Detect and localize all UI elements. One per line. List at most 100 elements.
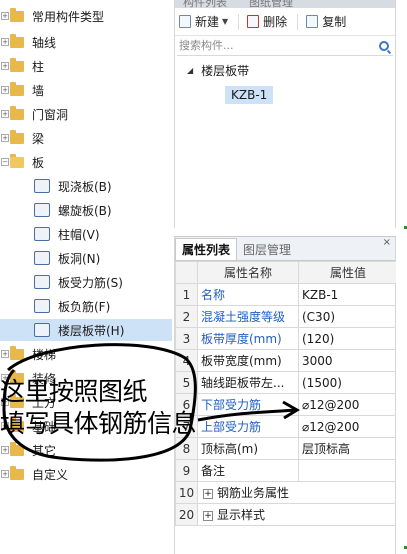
collapse-triangle-icon[interactable]: ◢ [187, 66, 193, 75]
search-input[interactable] [179, 39, 359, 52]
expand-icon[interactable]: + [1, 62, 9, 70]
folder-icon [10, 81, 24, 96]
tab-component-list[interactable]: 构件列表 [183, 0, 227, 8]
property-row-index: 10 [175, 481, 198, 504]
property-value-field[interactable]: ⌀12@200 [298, 393, 398, 416]
property-value-field[interactable]: (1500) [298, 371, 398, 394]
tree-item[interactable]: + 其它 [0, 439, 56, 461]
property-row[interactable]: 5 轴线距板带左... (1500) [175, 371, 398, 394]
expand-icon[interactable]: + [203, 510, 213, 521]
property-value-field[interactable]: (C30) [298, 305, 398, 328]
delete-button[interactable]: 删除 [247, 13, 287, 30]
expand-icon[interactable]: + [203, 488, 213, 499]
tree-item[interactable]: 板洞(N) [0, 247, 100, 269]
component-group[interactable]: ◢ 楼层板带 [187, 62, 249, 79]
component-type-icon [34, 323, 50, 337]
copy-button[interactable]: 复制 [306, 13, 346, 30]
property-row-index: 5 [175, 371, 198, 394]
tree-item[interactable]: + 柱 [0, 55, 44, 77]
property-name: 上部受力筋 [197, 415, 299, 438]
close-icon[interactable]: × [383, 237, 391, 248]
property-value-field[interactable]: ⌀12@200 [298, 415, 398, 438]
copy-icon [306, 15, 319, 28]
property-name: 下部受力筋 [197, 393, 299, 416]
property-row-index: 4 [175, 349, 198, 372]
property-name: 混凝土强度等级 [197, 305, 299, 328]
property-value-field[interactable]: 3000 [298, 349, 398, 372]
tree-item-label: 其它 [32, 443, 57, 458]
property-grid: 属性名称 属性值 1 名称 KZB-1 2 混凝土强度等级 (C30) 3 板带厚度(mm)(… [175, 261, 398, 526]
annotation-text-line1: 这里按照图纸 [0, 377, 148, 406]
new-button-label: 新建 [195, 15, 220, 29]
property-row[interactable]: 4 板带宽度(mm) 3000 [175, 349, 398, 372]
header-index [175, 261, 198, 284]
chevron-down-icon[interactable]: ▼ [222, 17, 228, 26]
tab-property-list[interactable]: 属性列表 [175, 238, 238, 260]
tree-item[interactable]: + 梁 [0, 127, 44, 149]
property-value-field[interactable]: 层顶标高 [298, 437, 398, 460]
tab-layer-manage[interactable]: 图层管理 [237, 238, 297, 260]
expand-icon[interactable]: + [1, 446, 9, 454]
property-row[interactable]: 3 板带厚度(mm) (120) [175, 327, 398, 350]
tree-item-label: 现浇板(B) [58, 179, 112, 194]
header-property-value[interactable]: 属性值 [298, 261, 398, 284]
tree-item[interactable]: + 自定义 [0, 463, 68, 485]
tree-item[interactable]: + 门窗洞 [0, 103, 68, 125]
tree-item[interactable]: + 常用构件类型 [0, 5, 104, 27]
tree-item[interactable]: 板负筋(F) [0, 295, 110, 317]
expand-icon[interactable]: + [1, 38, 9, 46]
tree-item[interactable]: + 轴线 [0, 31, 56, 53]
expand-icon[interactable]: + [1, 134, 9, 142]
tree-item-label: 柱 [32, 59, 45, 74]
folder-icon [10, 465, 24, 480]
component-type-icon [34, 251, 50, 265]
tree-item[interactable]: 柱帽(V) [0, 223, 100, 245]
folder-icon [10, 153, 24, 168]
property-row[interactable]: 20 + 显示样式 [175, 503, 398, 526]
property-name: 板带厚度(mm) [197, 327, 299, 350]
property-row[interactable]: 8 顶标高(m) 层顶标高 [175, 437, 398, 460]
tree-item-label: 板 [32, 155, 45, 170]
property-row-index: 2 [175, 305, 198, 328]
tree-item-label: 墙 [32, 83, 45, 98]
search-icon[interactable] [379, 40, 389, 51]
copy-button-label: 复制 [322, 15, 347, 29]
expand-icon[interactable]: + [1, 86, 9, 94]
property-name: 备注 [197, 459, 299, 482]
property-tabs: 属性列表 图层管理 × [175, 237, 395, 261]
property-name: 顶标高(m) [197, 437, 299, 460]
tree-item[interactable]: + 楼梯 [0, 343, 56, 365]
property-name: + 显示样式 [197, 503, 398, 526]
property-row[interactable]: 1 名称 KZB-1 [175, 283, 398, 306]
canvas-edge [396, 0, 407, 554]
tree-item[interactable]: − 板 [0, 151, 44, 173]
tree-item[interactable]: + 墙 [0, 79, 44, 101]
tree-item[interactable]: 螺旋板(B) [0, 199, 112, 221]
tab-drawing-manage[interactable]: 图纸管理 [249, 0, 293, 8]
component-type-icon [34, 275, 50, 289]
folder-icon [10, 57, 24, 72]
header-property-name[interactable]: 属性名称 [197, 261, 299, 284]
expand-icon[interactable]: + [1, 12, 9, 20]
tree-item-label: 门窗洞 [32, 107, 69, 122]
tree-item[interactable]: 现浇板(B) [0, 175, 112, 197]
folder-icon [10, 33, 24, 48]
property-row[interactable]: 10 + 钢筋业务属性 [175, 481, 398, 504]
property-value-field[interactable]: (120) [298, 327, 398, 350]
property-row[interactable]: 9 备注 [175, 459, 398, 482]
component-list-panel: 构件列表 图纸管理 新建 ▼ 删除 复制 ◢ 楼层板带 KZB-1 [174, 0, 396, 228]
property-row[interactable]: 7 上部受力筋 ⌀12@200 [175, 415, 398, 438]
tree-item[interactable]: 板受力筋(S) [0, 271, 123, 293]
collapse-icon[interactable]: − [1, 158, 9, 166]
expand-icon[interactable]: + [1, 110, 9, 118]
expand-icon[interactable]: + [1, 470, 9, 478]
tree-item-label: 螺旋板(B) [58, 203, 112, 218]
property-row[interactable]: 6 下部受力筋 ⌀12@200 [175, 393, 398, 416]
new-button[interactable]: 新建 ▼ [179, 13, 228, 30]
tree-item[interactable]: 楼层板带(H) [0, 319, 172, 341]
expand-icon[interactable]: + [1, 350, 9, 358]
property-row[interactable]: 2 混凝土强度等级 (C30) [175, 305, 398, 328]
property-value-field[interactable] [298, 459, 398, 482]
property-value-field[interactable]: KZB-1 [298, 283, 398, 306]
component-item-kzb-1[interactable]: KZB-1 [225, 86, 274, 104]
